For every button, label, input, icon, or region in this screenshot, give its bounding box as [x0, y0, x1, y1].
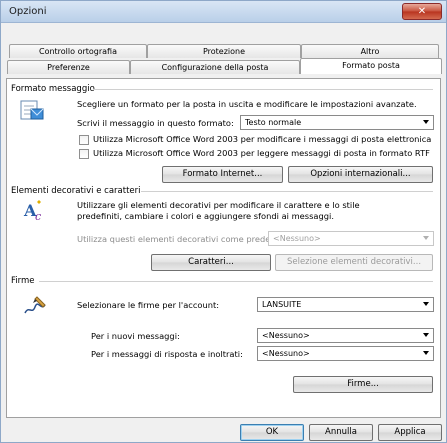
chevron-down-icon [423, 302, 429, 306]
close-icon: ✕ [417, 6, 427, 17]
mail-format-icon [20, 100, 44, 120]
title-bar: Opzioni ✕ [1, 1, 446, 23]
chevron-down-icon [423, 333, 429, 337]
reply-messages-signature-select[interactable]: <Nessuno> [257, 346, 434, 361]
fonts-button[interactable]: Caratteri... [151, 254, 271, 271]
account-signature-label: Selezionare le firme per l'account: [77, 300, 220, 310]
default-decor-label: Utilizza questi elementi decorativi come… [77, 234, 292, 244]
reply-messages-label: Per i messaggi di risposta e inoltrati: [91, 349, 243, 359]
chevron-down-icon [423, 120, 429, 124]
chevron-down-icon [423, 351, 429, 355]
compose-format-label: Scrivi il messaggio in questo formato: [77, 118, 234, 128]
tab-altro[interactable]: Altro [301, 44, 439, 58]
section-elementi-decorativi: Elementi decorativi e caratteri [11, 186, 141, 196]
international-options-button[interactable]: Opzioni internazionali... [288, 166, 433, 183]
section-divider [39, 281, 433, 282]
decor-intro-2: predefiniti, cambiare i colori e aggiung… [77, 211, 334, 221]
cancel-button[interactable]: Annulla [309, 424, 373, 441]
new-messages-label: Per i nuovi messaggi: [91, 331, 180, 341]
compose-format-select[interactable]: Testo normale [240, 115, 434, 130]
decor-intro-1: Utilizzare gli elementi decorativi per m… [77, 200, 360, 210]
tab-configurazione-posta[interactable]: Configurazione della posta [130, 60, 300, 74]
section-divider [141, 191, 433, 192]
word-read-checkbox[interactable] [79, 149, 89, 159]
ok-button[interactable]: OK [240, 424, 304, 441]
signature-icon [24, 296, 46, 314]
section-firme: Firme [11, 276, 35, 286]
tab-formato-posta[interactable]: Formato posta [300, 58, 442, 74]
svg-text:c: c [35, 210, 41, 223]
fonts-icon: A c [23, 200, 41, 223]
options-dialog: Opzioni ✕ Controllo ortografia Protezion… [0, 0, 447, 443]
word-edit-checkbox[interactable] [79, 135, 89, 145]
tab-controllo-ortografia[interactable]: Controllo ortografia [9, 44, 147, 58]
window-title: Opzioni [9, 6, 47, 17]
new-messages-signature-select[interactable]: <Nessuno> [257, 328, 434, 343]
tab-protezione[interactable]: Protezione [147, 44, 301, 58]
account-select[interactable]: LANSUITE [257, 297, 434, 312]
word-edit-label: Utilizza Microsoft Office Word 2003 per … [93, 134, 432, 144]
apply-button[interactable]: Applica [378, 424, 442, 441]
select-decor-button[interactable]: Selezione elementi decorativi... [275, 254, 433, 271]
internet-format-button[interactable]: Formato Internet... [162, 166, 283, 183]
section-divider [93, 89, 433, 90]
close-button[interactable]: ✕ [402, 3, 442, 20]
section-formato-messaggio: Formato messaggio [11, 84, 95, 94]
tab-preferenze[interactable]: Preferenze [7, 60, 130, 74]
chevron-down-icon [423, 236, 429, 240]
tab-panel: Formato messaggio Scegliere un formato p… [6, 78, 441, 418]
word-read-label: Utilizza Microsoft Office Word 2003 per … [93, 148, 430, 158]
signatures-button[interactable]: Firme... [293, 376, 433, 393]
default-decor-select[interactable]: <Nessuno> [268, 231, 434, 246]
formato-intro: Scegliere un formato per la posta in usc… [77, 99, 417, 109]
